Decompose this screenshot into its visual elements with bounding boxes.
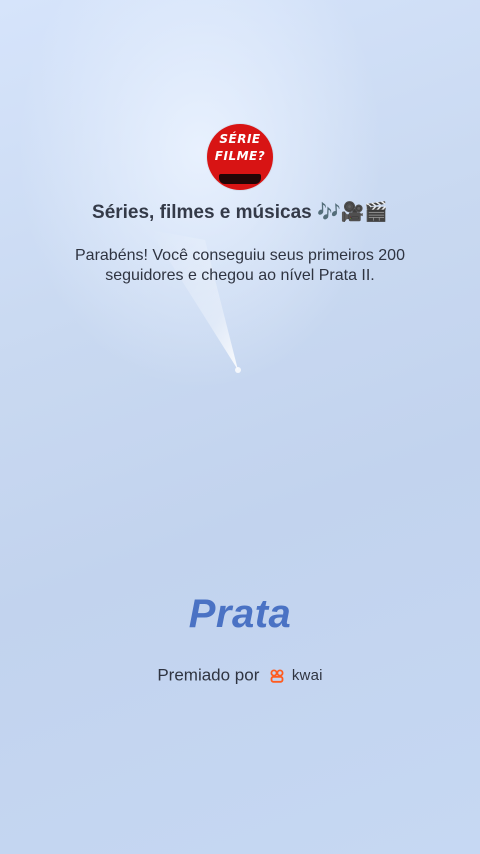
channel-avatar: SÉRIE FILME?	[207, 124, 273, 190]
awarded-by-label: Premiado por	[157, 665, 260, 685]
level-name: Prata	[188, 592, 292, 636]
awarded-by-row: Premiado por kwai	[0, 665, 480, 686]
avatar-text-line1: SÉRIE	[219, 132, 261, 146]
avatar-text-line2: FILME?	[214, 149, 266, 163]
avatar-skyline-graphic	[219, 174, 261, 184]
kwai-logo-icon	[270, 669, 284, 683]
kwai-brand-name: kwai	[291, 667, 323, 685]
channel-title: Séries, filmes e músicas 🎶🎥🎬	[92, 202, 388, 223]
congratulations-message: Parabéns! Você conseguiu seus primeiros …	[75, 247, 405, 284]
